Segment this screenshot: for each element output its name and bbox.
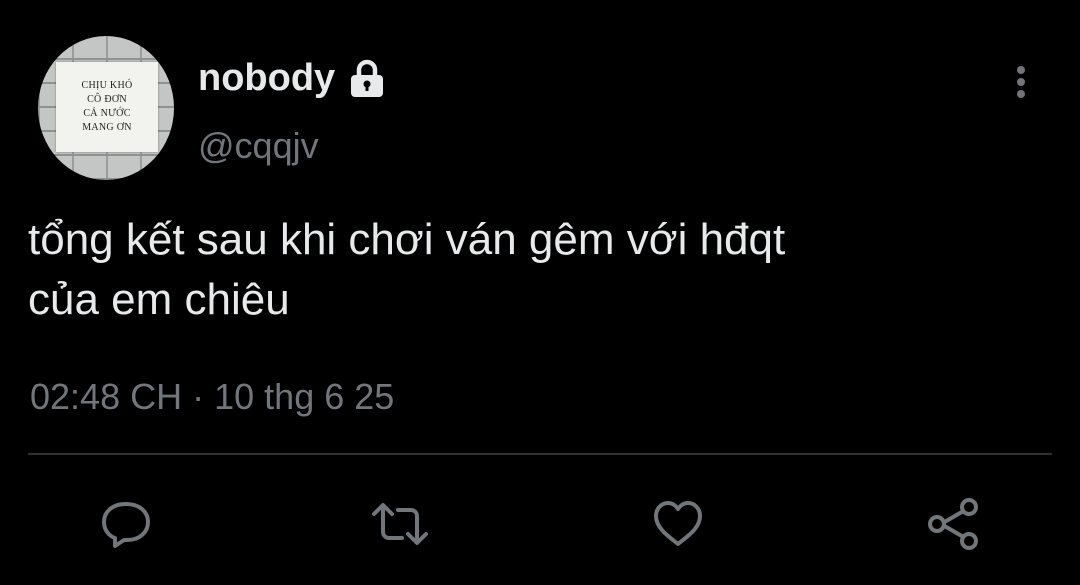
sign-line: MANG ƠN	[82, 122, 132, 133]
display-name[interactable]: nobody	[198, 56, 335, 100]
like-button[interactable]	[648, 494, 708, 554]
retweet-icon	[372, 503, 428, 545]
share-button[interactable]	[924, 494, 984, 554]
tweet-text: tổng kết sau khi chơi ván gêm với hđqt c…	[28, 210, 1038, 330]
avatar[interactable]: CHỊU KHÓ CÔ ĐƠN CẢ NƯỚC MANG ƠN	[38, 36, 174, 180]
tweet-text-line: của em chiêu	[28, 275, 290, 324]
like-icon	[654, 501, 702, 546]
share-icon	[928, 498, 978, 550]
divider	[28, 453, 1052, 455]
author-name-row: nobody	[198, 56, 389, 100]
tweet-timestamp: 02:48 CH · 10 thg 6 25	[30, 373, 394, 421]
sign-line: CHỊU KHÓ	[81, 80, 133, 91]
tweet-text-line: tổng kết sau khi chơi ván gêm với hđqt	[28, 215, 786, 264]
more-vertical-icon[interactable]	[1004, 62, 1038, 102]
reply-icon	[102, 502, 150, 548]
tweet-date[interactable]: 10 thg 6 25	[214, 376, 394, 417]
sign-line: CẢ NƯỚC	[83, 108, 131, 119]
meta-separator: ·	[192, 376, 205, 417]
tweet-time[interactable]: 02:48 CH	[30, 376, 182, 417]
sign-line: CÔ ĐƠN	[87, 94, 127, 105]
retweet-button[interactable]	[370, 494, 430, 554]
lock-icon	[345, 56, 389, 100]
user-handle[interactable]: @cqqjv	[198, 124, 319, 168]
reply-button[interactable]	[96, 494, 156, 554]
avatar-sign: CHỊU KHÓ CÔ ĐƠN CẢ NƯỚC MANG ƠN	[56, 62, 158, 152]
